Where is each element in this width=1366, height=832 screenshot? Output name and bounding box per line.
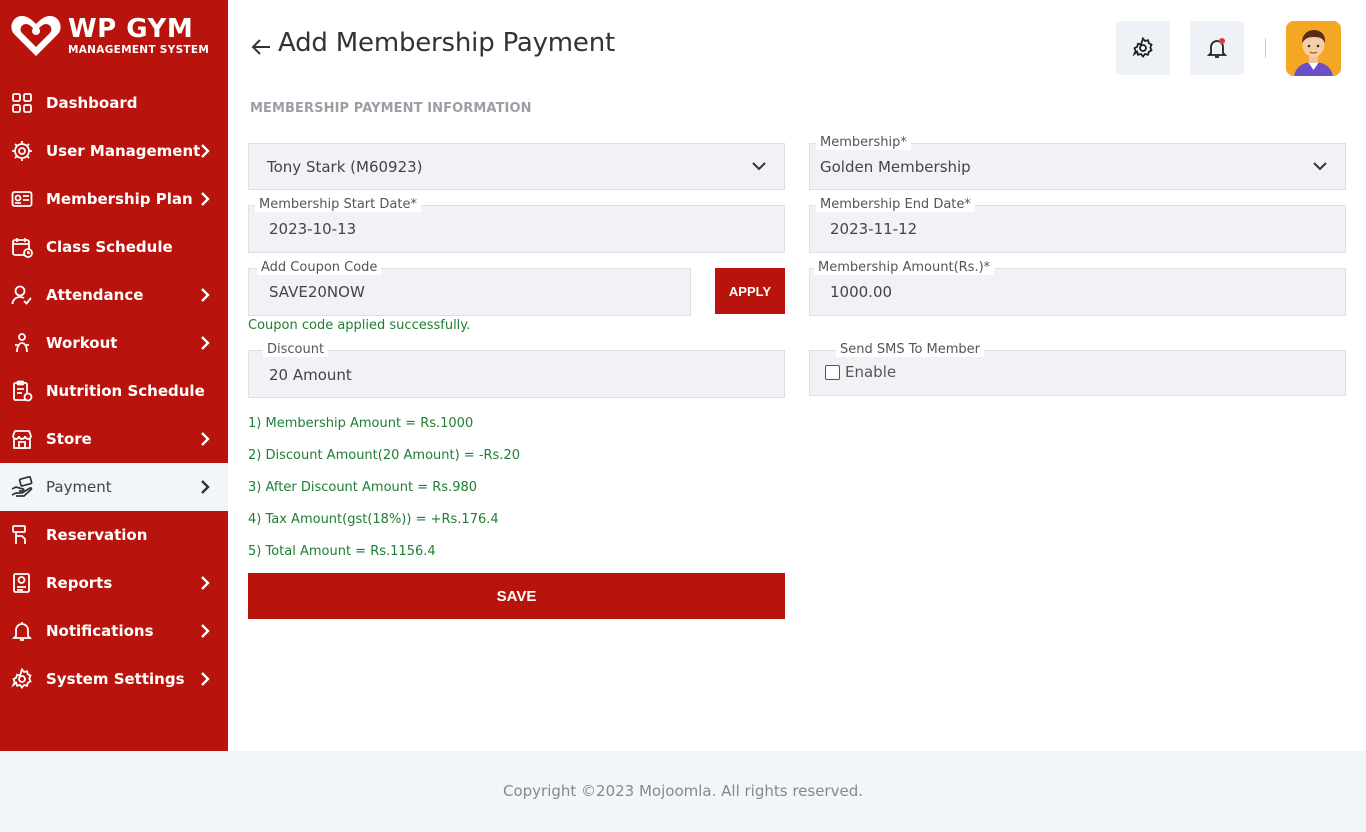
sidebar-item-notifications[interactable]: Notifications <box>0 607 228 655</box>
coupon-code-label: Add Coupon Code <box>257 260 382 275</box>
summary-line: 3) After Discount Amount = Rs.980 <box>248 480 478 495</box>
sidebar-item-label: Nutrition Schedule <box>46 382 205 400</box>
brand-name: WP GYM <box>68 14 194 44</box>
sidebar-item-user-management[interactable]: User Management <box>0 127 228 175</box>
enable-sms-checkbox[interactable] <box>825 365 840 380</box>
sidebar-item-label: Attendance <box>46 286 144 304</box>
chevron-right-icon <box>201 624 210 638</box>
end-date-field[interactable]: Membership End Date* 2023-11-12 <box>809 197 1346 253</box>
sidebar-nav: Dashboard User Management Membership Pla… <box>0 79 228 703</box>
id-card-icon <box>11 191 33 207</box>
bell-icon <box>11 622 33 641</box>
workout-icon <box>15 333 29 353</box>
start-date-value: 2023-10-13 <box>269 220 357 238</box>
sidebar-item-label: Reports <box>46 574 113 592</box>
discount-value: 20 Amount <box>269 366 352 384</box>
arrow-left-icon[interactable] <box>250 36 272 58</box>
sidebar-item-label: Dashboard <box>46 94 138 112</box>
chevron-right-icon <box>201 144 210 158</box>
user-avatar-icon <box>1286 21 1341 76</box>
notifications-button[interactable] <box>1190 21 1244 75</box>
brand-logo[interactable]: WP GYM MANAGEMENT SYSTEM <box>10 12 220 60</box>
discount-field[interactable]: Discount 20 Amount <box>248 342 785 398</box>
sidebar-item-label: System Settings <box>46 670 185 688</box>
avatar[interactable] <box>1286 21 1341 76</box>
sidebar-item-label: Membership Plan <box>46 190 193 208</box>
chevron-right-icon <box>201 192 210 206</box>
sidebar-item-label: User Management <box>46 142 201 160</box>
membership-amount-value: 1000.00 <box>830 283 893 301</box>
clipboard-icon <box>13 380 33 402</box>
save-button[interactable]: SAVE <box>248 573 785 619</box>
coupon-code-value: SAVE20NOW <box>269 283 365 301</box>
membership-select-value: Golden Membership <box>820 158 971 176</box>
hand-money-icon <box>11 476 33 497</box>
sidebar-item-store[interactable]: Store <box>0 415 228 463</box>
sidebar-item-label: Reservation <box>46 526 148 544</box>
heart-logo-icon <box>11 16 61 56</box>
membership-amount-field[interactable]: Membership Amount(Rs.)* 1000.00 <box>809 260 1346 316</box>
sidebar-item-reservation[interactable]: Reservation <box>0 511 228 559</box>
chevron-down-icon <box>1313 162 1327 171</box>
summary-line: 1) Membership Amount = Rs.1000 <box>248 416 474 431</box>
settings-button[interactable] <box>1116 21 1170 75</box>
discount-label: Discount <box>263 342 329 357</box>
chevron-right-icon <box>201 288 210 302</box>
chevron-right-icon <box>201 672 210 686</box>
sidebar-item-payment[interactable]: Payment <box>0 463 228 511</box>
membership-amount-label: Membership Amount(Rs.)* <box>814 260 995 275</box>
sidebar-item-reports[interactable]: Reports <box>0 559 228 607</box>
sidebar-item-attendance[interactable]: Attendance <box>0 271 228 319</box>
send-sms-label: Send SMS To Member <box>836 342 985 357</box>
end-date-value: 2023-11-12 <box>830 220 918 238</box>
sidebar-item-system-settings[interactable]: System Settings <box>0 655 228 703</box>
sidebar-item-membership-plan[interactable]: Membership Plan <box>0 175 228 223</box>
calendar-icon <box>12 238 33 258</box>
sidebar-item-class-schedule[interactable]: Class Schedule <box>0 223 228 271</box>
member-select-value: Tony Stark (M60923) <box>267 158 423 176</box>
summary-line: 4) Tax Amount(gst(18%)) = +Rs.176.4 <box>248 512 499 527</box>
chevron-right-icon <box>201 336 210 350</box>
copyright-text: Copyright ©2023 Mojoomla. All rights res… <box>502 782 863 800</box>
user-check-icon <box>11 285 32 305</box>
start-date-label: Membership Start Date* <box>255 197 421 212</box>
membership-select[interactable]: Membership* Golden Membership <box>809 135 1346 190</box>
summary-line: 5) Total Amount = Rs.1156.4 <box>248 544 436 559</box>
sidebar-item-workout[interactable]: Workout <box>0 319 228 367</box>
sidebar-item-nutrition-schedule[interactable]: Nutrition Schedule <box>0 367 228 415</box>
gear-icon <box>11 668 32 689</box>
chevron-down-icon <box>752 162 766 171</box>
chevron-right-icon <box>201 480 210 494</box>
sidebar-item-label: Notifications <box>46 622 154 640</box>
apply-coupon-button[interactable]: APPLY <box>715 268 785 314</box>
sidebar-item-label: Payment <box>46 478 112 496</box>
users-cog-icon <box>12 141 32 161</box>
page-title: Add Membership Payment <box>278 28 615 58</box>
section-title: MEMBERSHIP PAYMENT INFORMATION <box>250 101 532 116</box>
start-date-field[interactable]: Membership Start Date* 2023-10-13 <box>248 197 785 253</box>
sidebar-item-label: Class Schedule <box>46 238 173 256</box>
bell-icon <box>1206 38 1228 58</box>
store-icon <box>12 430 32 449</box>
header-divider <box>1265 38 1266 58</box>
sidebar-item-dashboard[interactable]: Dashboard <box>0 79 228 127</box>
sidebar-item-label: Workout <box>46 334 118 352</box>
coupon-code-input[interactable]: Add Coupon Code SAVE20NOW <box>248 260 691 316</box>
chevron-right-icon <box>201 576 210 590</box>
chevron-right-icon <box>201 432 210 446</box>
gear-icon <box>1132 37 1153 58</box>
member-select[interactable]: Tony Stark (M60923) <box>248 143 785 190</box>
report-icon <box>13 573 30 593</box>
brand-subtitle: MANAGEMENT SYSTEM <box>68 44 210 56</box>
membership-label: Membership* <box>816 135 911 150</box>
coupon-success-message: Coupon code applied successfully. <box>248 318 471 333</box>
enable-sms-label[interactable]: Enable <box>845 363 896 381</box>
footer: Copyright ©2023 Mojoomla. All rights res… <box>0 751 1366 832</box>
sidebar: WP GYM MANAGEMENT SYSTEM Dashboard User … <box>0 0 228 751</box>
summary-line: 2) Discount Amount(20 Amount) = -Rs.20 <box>248 448 520 463</box>
end-date-label: Membership End Date* <box>816 197 975 212</box>
reservation-icon <box>12 525 26 544</box>
grid-icon <box>12 93 32 113</box>
sidebar-item-label: Store <box>46 430 92 448</box>
